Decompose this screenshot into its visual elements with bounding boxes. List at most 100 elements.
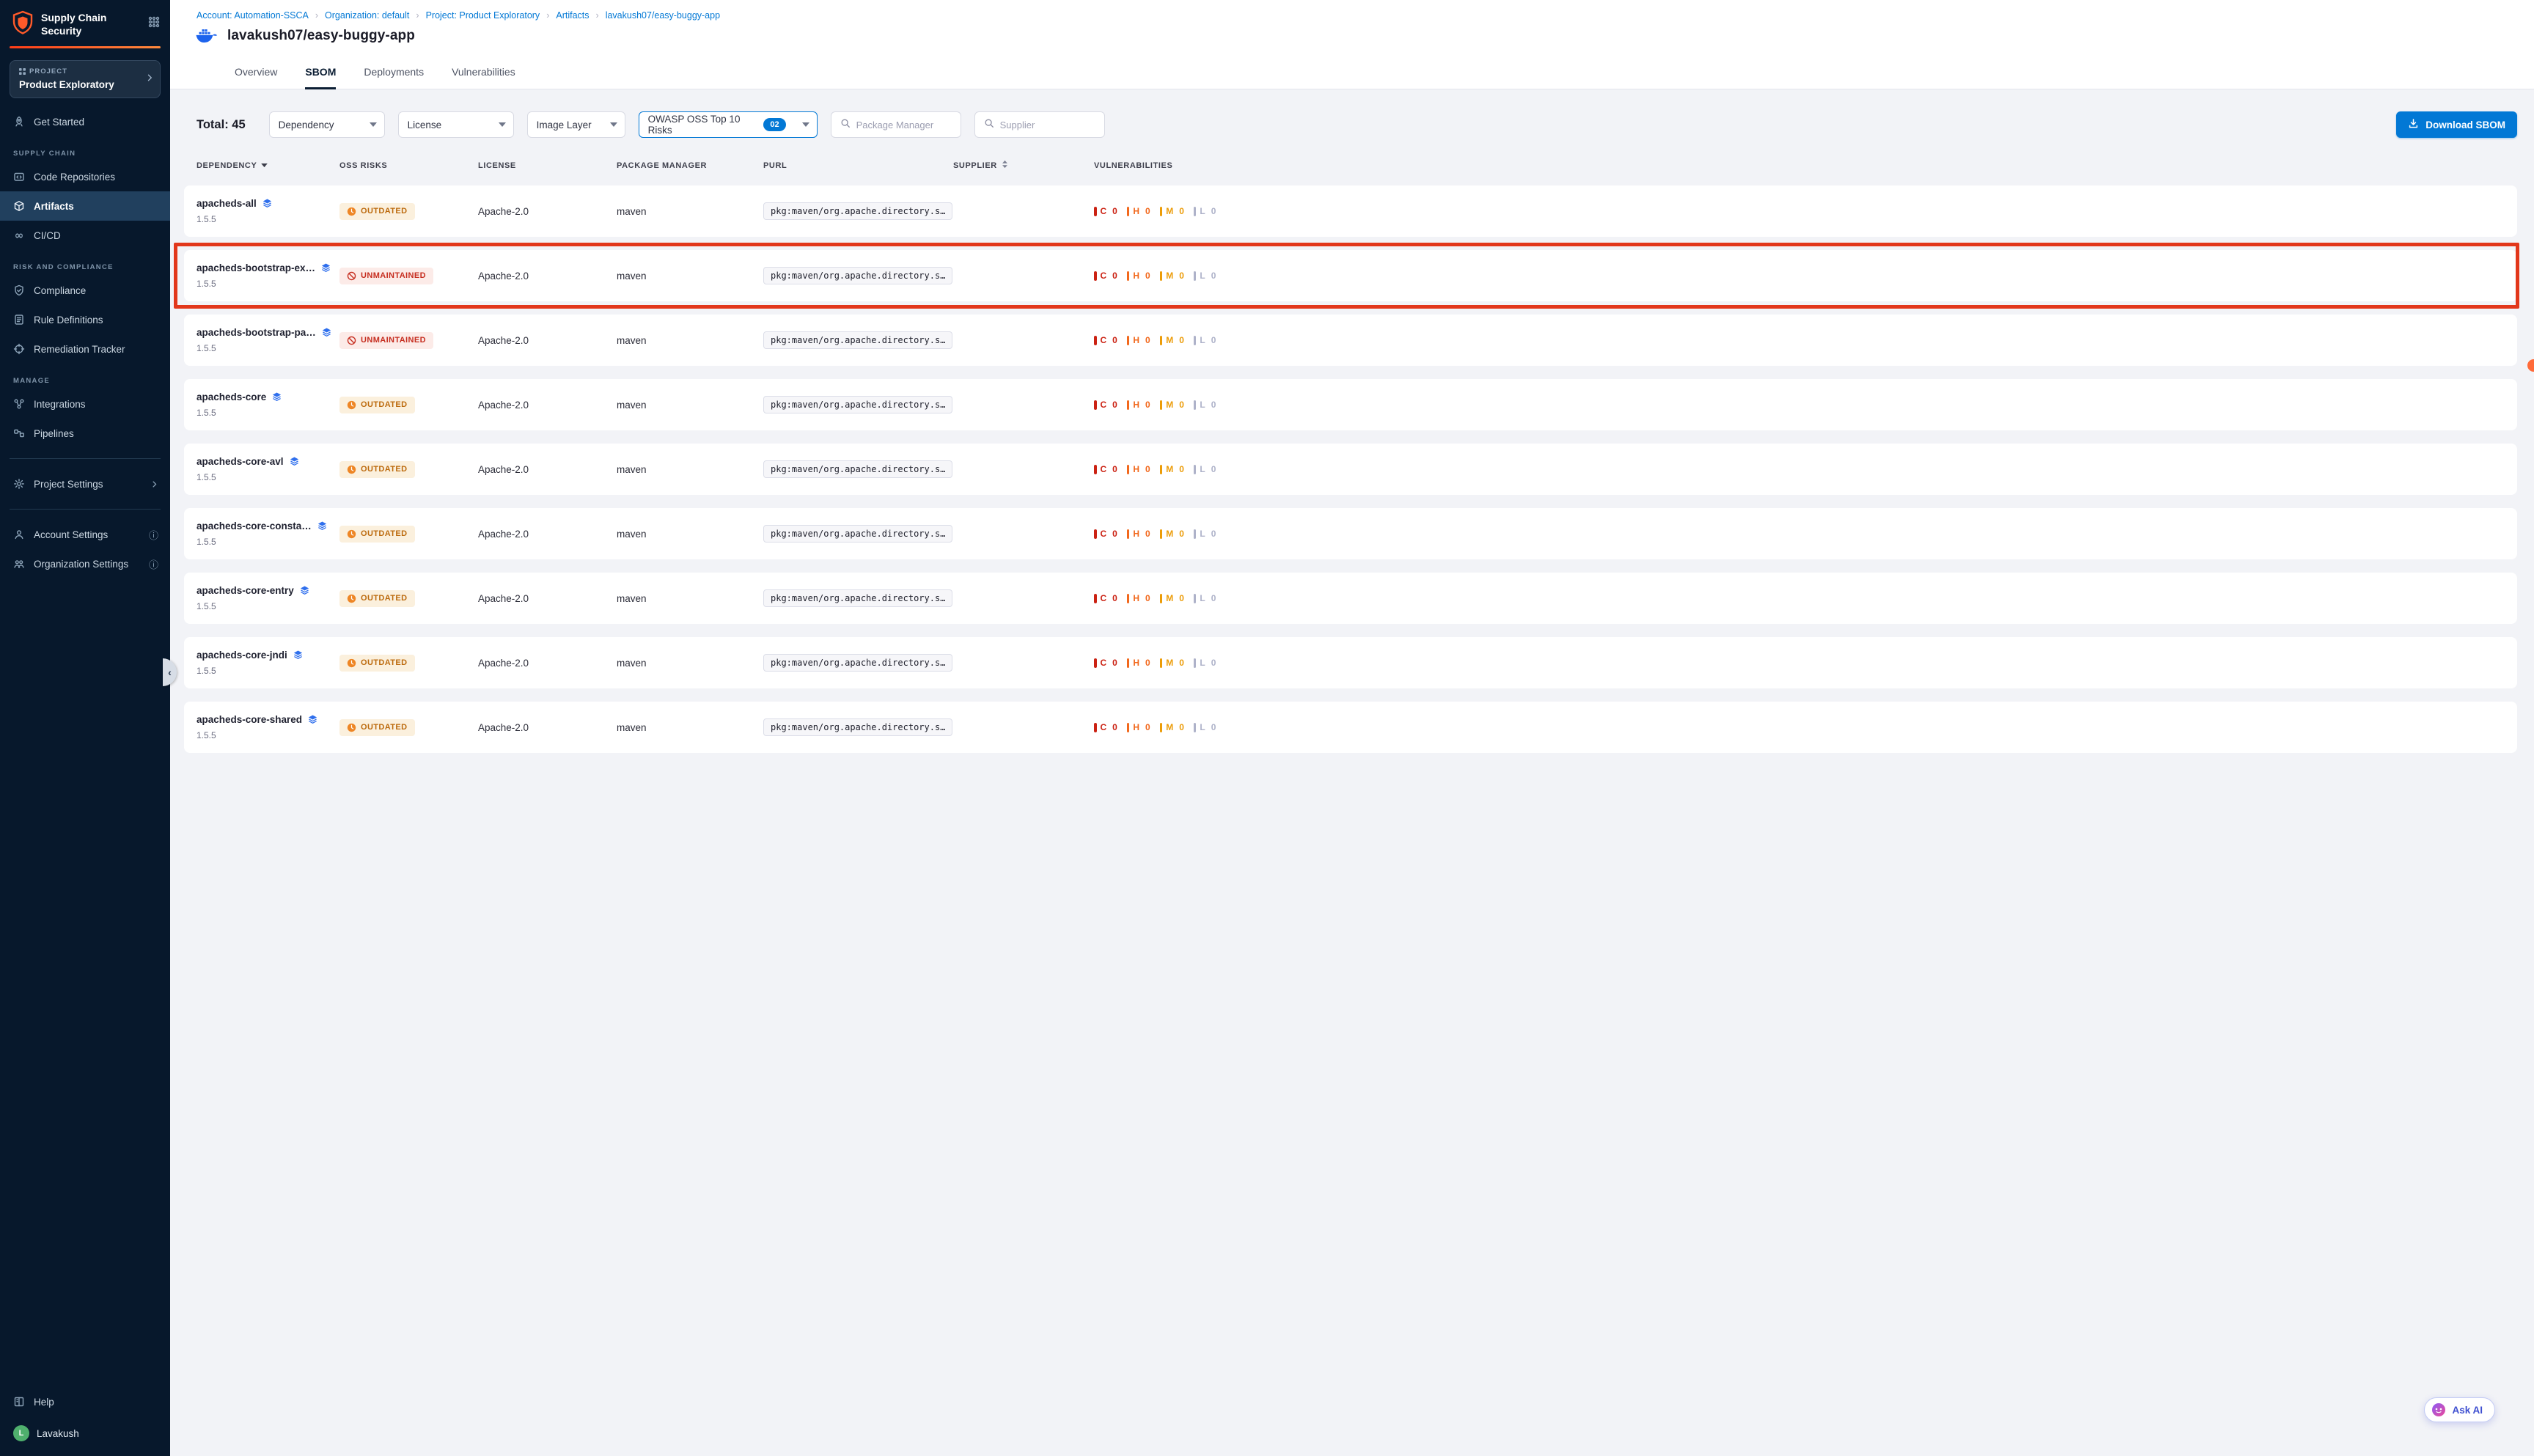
purl-pill: pkg:maven/org.apache.directory.s… <box>763 202 952 220</box>
table-row[interactable]: apacheds-core-avl 1.5.5 <box>184 444 2517 495</box>
high-count: H0 <box>1127 722 1150 732</box>
image-layer-filter[interactable]: Image Layer <box>527 111 625 138</box>
package-manager-input[interactable] <box>856 120 953 130</box>
oss-risk-cell: OUTDATED <box>339 397 478 413</box>
medium-bar-icon <box>1160 207 1163 216</box>
sidebar-item-help[interactable]: Help <box>0 1387 170 1416</box>
table-row[interactable]: apacheds-core-entry 1.5.5 <box>184 573 2517 624</box>
high-count: H0 <box>1127 271 1150 281</box>
dependency-cell: apacheds-bootstrap-ex… 1.5.5 <box>197 262 339 289</box>
table-row[interactable]: apacheds-core 1.5.5 <box>184 379 2517 430</box>
dependency-version: 1.5.5 <box>197 666 339 676</box>
dependency-filter[interactable]: Dependency <box>269 111 385 138</box>
sidebar-item-project-settings[interactable]: Project Settings <box>0 469 170 499</box>
purl-pill: pkg:maven/org.apache.directory.s… <box>763 331 952 349</box>
dependency-rows: apacheds-all 1.5.5 <box>197 185 2517 753</box>
sidebar-item-account-settings[interactable]: Account Settings ⓘ <box>0 520 170 549</box>
ask-ai-icon <box>2431 1402 2446 1417</box>
license-filter[interactable]: License <box>398 111 514 138</box>
user-menu[interactable]: L Lavakush <box>0 1416 170 1449</box>
sidebar-item-get-started[interactable]: Get Started <box>0 107 170 136</box>
tab-vulnerabilities[interactable]: Vulnerabilities <box>452 66 515 89</box>
oss-risk-cell: OUTDATED <box>339 655 478 672</box>
layers-icon <box>262 198 273 209</box>
column-supplier[interactable]: SUPPLIER <box>953 160 1094 171</box>
breadcrumb-link-artifacts[interactable]: Artifacts <box>556 10 589 21</box>
table-row[interactable]: apacheds-all 1.5.5 <box>184 185 2517 237</box>
table-row[interactable]: apacheds-core-jndi 1.5.5 <box>184 637 2517 688</box>
sidebar-item-pipelines[interactable]: Pipelines <box>0 419 170 448</box>
purl-cell: pkg:maven/org.apache.directory.s… <box>763 718 953 736</box>
dependency-name: apacheds-core-entry <box>197 585 294 596</box>
page-header: Account: Automation-SSCA › Organization: d… <box>170 0 2534 89</box>
vulnerability-counts: C0 H0 M0 L0 <box>1094 271 2517 281</box>
breadcrumb-link-project[interactable]: Project: Product Exploratory <box>426 10 540 21</box>
low-bar-icon <box>1194 723 1197 732</box>
table-row[interactable]: apacheds-bootstrap-ex… 1.5.5 <box>184 250 2517 301</box>
package-manager-cell: maven <box>617 271 763 282</box>
divider <box>10 458 161 459</box>
table-row[interactable]: apacheds-core-consta… 1.5.5 <box>184 508 2517 559</box>
sidebar-item-rule-definitions[interactable]: Rule Definitions <box>0 305 170 334</box>
dependency-name: apacheds-core-avl <box>197 456 284 467</box>
project-selector[interactable]: PROJECT Product Exploratory <box>10 60 161 98</box>
table-row[interactable]: apacheds-bootstrap-pa… 1.5.5 <box>184 315 2517 366</box>
license-cell: Apache-2.0 <box>478 529 617 540</box>
owasp-risks-filter[interactable]: OWASP OSS Top 10 Risks 02 <box>639 111 818 138</box>
app-title: Supply Chain Security <box>41 10 119 37</box>
column-package-manager: PACKAGE MANAGER <box>617 161 763 170</box>
chevron-down-icon <box>792 122 809 128</box>
sort-caret-icon[interactable] <box>261 163 268 168</box>
owasp-filter-count-badge: 02 <box>763 118 785 131</box>
supplier-input[interactable] <box>1000 120 1097 130</box>
medium-count: M0 <box>1160 400 1184 410</box>
sidebar-bottom: Help L Lavakush <box>0 1387 170 1456</box>
chevron-down-icon <box>600 122 617 128</box>
critical-count: C0 <box>1094 593 1117 603</box>
download-sbom-button[interactable]: Download SBOM <box>2396 111 2517 138</box>
sidebar-item-label: Get Started <box>34 117 84 128</box>
supplier-search <box>974 111 1105 138</box>
help-book-icon <box>13 1396 25 1408</box>
purl-cell: pkg:maven/org.apache.directory.s… <box>763 396 953 413</box>
high-bar-icon <box>1127 465 1130 474</box>
download-icon <box>2408 118 2419 131</box>
ask-ai-button[interactable]: Ask AI <box>2424 1397 2495 1422</box>
breadcrumb-link-organization[interactable]: Organization: default <box>325 10 409 21</box>
sidebar-item-label: CI/CD <box>34 230 61 241</box>
package-manager-cell: maven <box>617 400 763 411</box>
oss-risk-label: OUTDATED <box>361 465 408 474</box>
ask-ai-label: Ask AI <box>2452 1405 2483 1416</box>
breadcrumb-link-artifact-name[interactable]: lavakush07/easy-buggy-app <box>606 10 720 21</box>
tab-overview[interactable]: Overview <box>235 66 277 89</box>
dependency-version: 1.5.5 <box>197 343 339 353</box>
critical-count: C0 <box>1094 464 1117 474</box>
breadcrumb-link-account[interactable]: Account: Automation-SSCA <box>197 10 309 21</box>
oss-risk-label: UNMAINTAINED <box>361 271 426 280</box>
critical-bar-icon <box>1094 271 1097 281</box>
tab-deployments[interactable]: Deployments <box>364 66 424 89</box>
dependency-cell: apacheds-core 1.5.5 <box>197 391 339 418</box>
sidebar-item-organization-settings[interactable]: Organization Settings ⓘ <box>0 549 170 578</box>
sidebar-item-integrations[interactable]: Integrations <box>0 389 170 419</box>
vulnerability-counts: C0 H0 M0 L0 <box>1094 658 2517 668</box>
critical-count: C0 <box>1094 206 1117 216</box>
column-dependency[interactable]: DEPENDENCY <box>197 161 339 170</box>
sidebar-item-label: Organization Settings <box>34 559 128 570</box>
layers-icon <box>317 521 328 532</box>
sidebar-item-artifacts[interactable]: Artifacts <box>0 191 170 221</box>
table-row[interactable]: apacheds-core-shared 1.5.5 <box>184 702 2517 753</box>
sidebar-item-remediation-tracker[interactable]: Remediation Tracker <box>0 334 170 364</box>
sidebar-item-code-repositories[interactable]: Code Repositories <box>0 162 170 191</box>
breadcrumb-separator: › <box>546 10 549 21</box>
low-count: L0 <box>1194 593 1216 603</box>
high-count: H0 <box>1127 206 1150 216</box>
module-grid-icon[interactable] <box>148 10 160 32</box>
oss-risk-badge: OUTDATED <box>339 526 415 543</box>
oss-risk-label: UNMAINTAINED <box>361 336 426 345</box>
sidebar-item-cicd[interactable]: ∞ CI/CD <box>0 221 170 250</box>
sidebar-item-compliance[interactable]: Compliance <box>0 276 170 305</box>
sort-arrows-icon[interactable] <box>1002 160 1008 171</box>
tab-sbom[interactable]: SBOM <box>305 66 336 89</box>
package-manager-cell: maven <box>617 464 763 475</box>
